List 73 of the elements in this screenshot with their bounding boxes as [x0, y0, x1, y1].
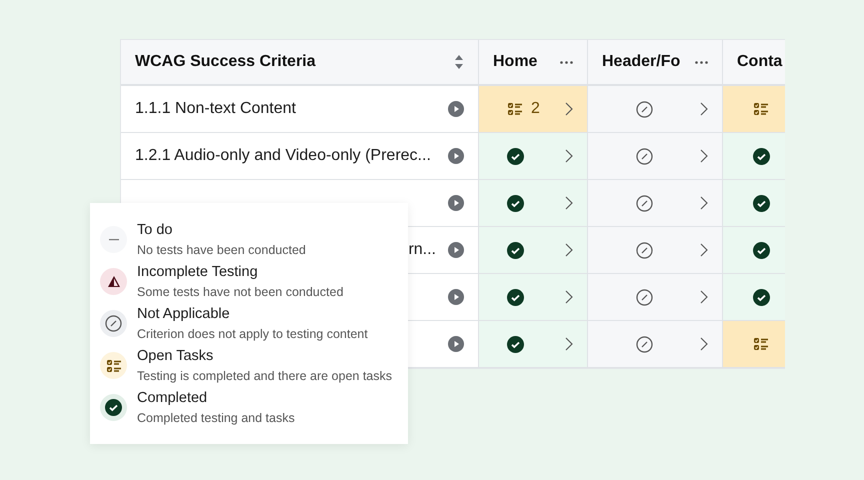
column-header[interactable]: Conta [723, 40, 785, 86]
check-circle-icon [507, 242, 524, 258]
task-list-icon [507, 102, 523, 116]
play-circle-icon[interactable] [448, 101, 464, 117]
status-cell[interactable] [588, 274, 723, 321]
chevron-right-icon[interactable] [565, 102, 573, 116]
status-cell[interactable]: 2 [479, 86, 588, 133]
column-header[interactable]: WCAG Success Criteria [121, 40, 479, 86]
status-cell[interactable] [588, 227, 723, 274]
status-cell[interactable] [588, 133, 723, 180]
not-applicable-icon [636, 148, 653, 164]
task-list-icon [106, 358, 122, 372]
check-circle-icon [105, 399, 122, 416]
legend-description: Criterion does not apply to testing content [137, 326, 368, 342]
chevron-right-icon[interactable] [700, 290, 708, 304]
status-cell[interactable] [479, 227, 588, 274]
status-cell[interactable] [588, 180, 723, 227]
check-circle-icon [753, 194, 770, 212]
play-circle-icon[interactable] [448, 289, 464, 305]
task-list-icon [753, 102, 769, 116]
dash-icon [108, 238, 118, 240]
chevron-right-icon[interactable] [565, 243, 573, 257]
legend-title: To do [137, 221, 174, 240]
legend-description: Completed testing and tasks [137, 410, 295, 426]
check-circle-icon [507, 288, 524, 306]
not-applicable-icon [636, 242, 653, 258]
legend-title: Incomplete Testing [137, 263, 259, 282]
status-cell[interactable] [479, 180, 588, 227]
status-cell[interactable] [479, 133, 588, 180]
not-applicable-icon [636, 336, 653, 352]
sort-icon[interactable] [454, 54, 464, 70]
chevron-right-icon[interactable] [700, 243, 708, 257]
chevron-right-icon[interactable] [565, 290, 573, 304]
criterion-text: 1.1.1 Non-text Content [135, 100, 297, 118]
criterion-text: 1.2.1 Audio-only and Video-only (Prerec... [135, 147, 432, 165]
legend-title: Not Applicable [137, 305, 231, 324]
chevron-right-icon[interactable] [700, 337, 708, 351]
legend-title: Open Tasks [137, 347, 214, 366]
not-applicable-icon [636, 194, 653, 212]
task-list-icon [753, 337, 769, 351]
not-applicable-icon [636, 288, 653, 306]
check-circle-icon [507, 148, 524, 164]
not-applicable-icon [636, 100, 653, 118]
status-cell[interactable] [588, 86, 723, 133]
check-circle-icon [507, 194, 524, 212]
chevron-right-icon[interactable] [565, 337, 573, 351]
column-header[interactable]: Header/Fo [588, 40, 723, 86]
more-icon[interactable] [695, 60, 708, 64]
chevron-right-icon[interactable] [700, 102, 708, 116]
status-cell[interactable] [588, 321, 723, 368]
check-circle-icon [753, 288, 770, 306]
column-header[interactable]: Home [479, 40, 588, 86]
warning-triangle-icon [106, 275, 120, 288]
check-circle-icon [507, 336, 524, 352]
chevron-right-icon[interactable] [700, 149, 708, 163]
play-circle-icon[interactable] [448, 242, 464, 258]
play-circle-icon[interactable] [448, 195, 464, 211]
status-cell[interactable] [479, 274, 588, 321]
not-applicable-icon [105, 315, 122, 332]
legend-description: Testing is completed and there are open tasks [137, 368, 392, 384]
check-circle-icon [753, 242, 770, 258]
criterion-text: rn... [408, 241, 436, 259]
more-icon[interactable] [560, 60, 573, 64]
play-circle-icon[interactable] [448, 148, 464, 164]
play-circle-icon[interactable] [448, 336, 464, 352]
check-circle-icon [753, 148, 770, 164]
chevron-right-icon[interactable] [565, 196, 573, 210]
legend-description: No tests have been conducted [137, 242, 306, 258]
chevron-right-icon[interactable] [700, 196, 708, 210]
legend-description: Some tests have not been conducted [137, 284, 344, 300]
status-cell[interactable] [479, 321, 588, 368]
chevron-right-icon[interactable] [565, 149, 573, 163]
legend-title: Completed [137, 389, 208, 408]
